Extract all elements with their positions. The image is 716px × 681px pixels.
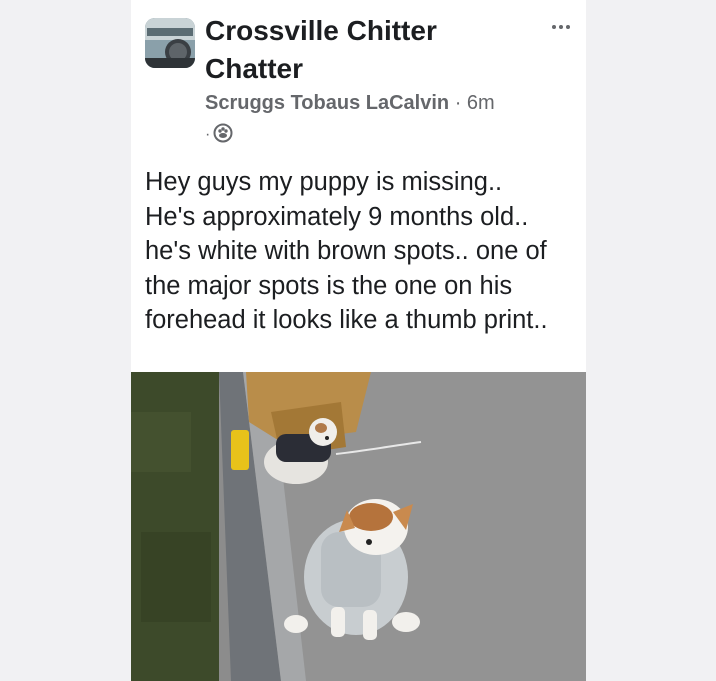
group-avatar-image (145, 18, 195, 68)
puppy-photo (131, 372, 586, 681)
post-timestamp[interactable]: 6m (467, 92, 495, 114)
facebook-group-post: Crossville Chitter Chatter Scruggs Tobau… (131, 0, 586, 681)
meta-separator: · (454, 92, 462, 114)
group-icon[interactable] (213, 123, 233, 148)
post-meta: Scruggs Tobaus LaCalvin · 6m (205, 92, 495, 115)
privacy-row: · (205, 123, 233, 148)
post-text: Hey guys my puppy is missing.. He's appr… (145, 168, 548, 334)
post-photo[interactable] (131, 372, 586, 681)
privacy-separator-dot: · (205, 126, 211, 143)
group-avatar[interactable] (145, 18, 195, 68)
author-name[interactable]: Scruggs Tobaus LaCalvin (205, 92, 449, 114)
more-options-icon[interactable] (548, 20, 574, 40)
group-name[interactable]: Crossville Chitter Chatter (205, 12, 505, 88)
